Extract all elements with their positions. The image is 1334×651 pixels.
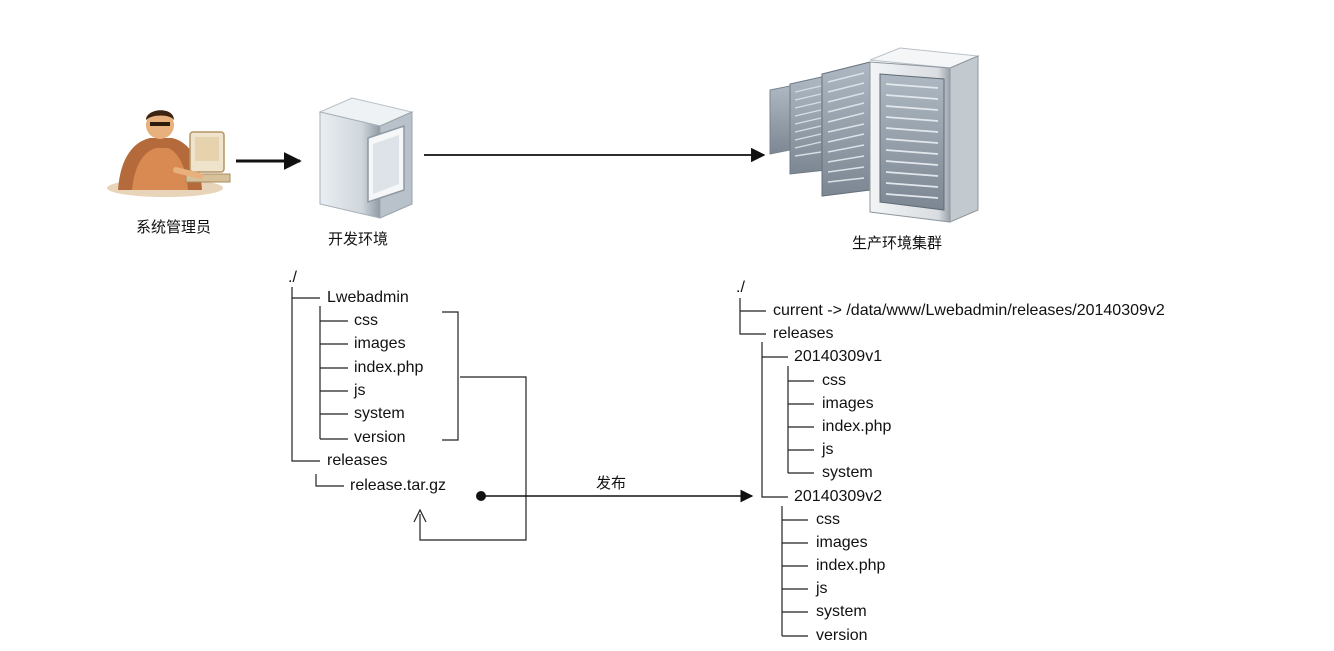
prod-tree-file: system [822, 464, 873, 481]
prod-tree-version-folder: 20140309v2 [794, 488, 883, 505]
prod-tree-file: css [816, 511, 840, 528]
dev-tree-file: system [354, 405, 405, 422]
dev-tree-project: Lwebadmin [327, 289, 409, 306]
prod-tree-file: images [822, 395, 874, 412]
prod-tree-releases: releases [773, 325, 834, 342]
prod-tree-file: js [816, 580, 828, 597]
dev-tree-file: css [354, 312, 378, 329]
server-rack-cluster-icon [769, 47, 980, 223]
dev-server-tower-icon [318, 97, 414, 219]
dev-tree-file: images [354, 335, 406, 352]
administrator-at-computer-icon [107, 110, 231, 197]
dev-environment-label: 开发环境 [328, 230, 389, 248]
prod-cluster-label: 生产环境集群 [852, 234, 943, 252]
prod-tree-file: index.php [816, 557, 886, 574]
prod-tree-file: js [822, 441, 834, 458]
deployment-diagram: 系统管理员 开发环境 生产环境集群 ./ Lwebadmin css image… [0, 0, 1334, 651]
prod-tree-current-link: current -> /data/www/Lwebadmin/releases/… [773, 302, 1165, 319]
dev-tree-file: version [354, 429, 406, 446]
prod-tree-file: images [816, 534, 868, 551]
diagram-canvas [107, 47, 980, 637]
dev-tree-file: js [354, 382, 366, 399]
prod-tree-file: version [816, 627, 868, 644]
dev-tree-root: ./ [288, 269, 297, 286]
prod-tree-file: index.php [822, 418, 892, 435]
dev-tree-connectors [291, 287, 527, 541]
admin-label: 系统管理员 [136, 218, 212, 236]
dev-tree-file: index.php [354, 359, 424, 376]
prod-tree-root: ./ [736, 279, 745, 296]
dev-tree-releases: releases [327, 452, 388, 469]
publish-label: 发布 [596, 474, 627, 492]
prod-tree-file: css [822, 372, 846, 389]
dev-tree-archive: release.tar.gz [350, 477, 447, 494]
prod-tree-version-folder: 20140309v1 [794, 348, 883, 365]
prod-tree-file: system [816, 603, 867, 620]
